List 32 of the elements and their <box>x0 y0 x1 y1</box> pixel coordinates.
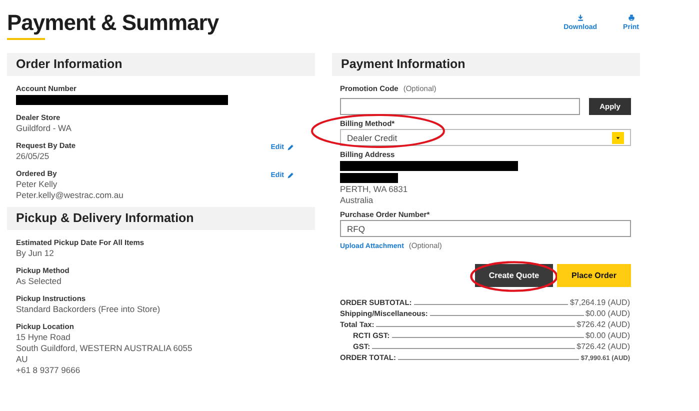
summary-value: $726.42 (AUD) <box>576 319 630 330</box>
field-value: 15 Hyne Road <box>16 332 72 343</box>
field-value: Peter.kelly@westrac.com.au <box>16 190 124 201</box>
summary-value: $726.42 (AUD) <box>576 341 630 352</box>
action-button[interactable]: Create Quote <box>475 264 553 287</box>
field-value: By Jun 12 <box>16 248 55 259</box>
field-value: +61 8 9377 9666 <box>16 365 82 376</box>
section-header: Order Information <box>7 53 315 76</box>
summary-value: $7,264.19 (AUD) <box>570 297 630 308</box>
section-header: Pickup & Delivery Information <box>7 207 315 230</box>
pencil-icon <box>287 172 294 178</box>
field-value: PERTH, WA 6831 <box>340 184 409 195</box>
printer-icon <box>628 14 635 21</box>
field-value: As Selected <box>16 276 62 287</box>
pencil-icon <box>287 144 294 150</box>
field-value: AU <box>16 354 29 365</box>
field-value: Standard Backorders (Free into Store) <box>16 304 162 315</box>
promotion-code-field[interactable] <box>340 98 580 115</box>
section-header: Payment Information <box>332 53 640 76</box>
field-value: 26/05/25 <box>16 151 50 162</box>
summary-value: $0.00 (AUD) <box>586 330 630 341</box>
field-value: Guildford - WA <box>16 123 72 134</box>
action-button[interactable]: Place Order <box>557 264 631 287</box>
caret-icon <box>612 132 624 144</box>
field-value: South Guildford, WESTERN AUSTRALIA 6055 <box>16 343 194 354</box>
purchase-order-field[interactable]: RFQ <box>340 220 631 237</box>
summary-value: $0.00 (AUD) <box>586 308 630 319</box>
field-value: Australia <box>340 195 374 206</box>
download-icon <box>576 14 584 21</box>
billing-method-dropdown[interactable]: Dealer Credit <box>340 129 631 146</box>
redaction-bar <box>340 173 398 183</box>
field-value: Peter Kelly <box>16 179 58 190</box>
